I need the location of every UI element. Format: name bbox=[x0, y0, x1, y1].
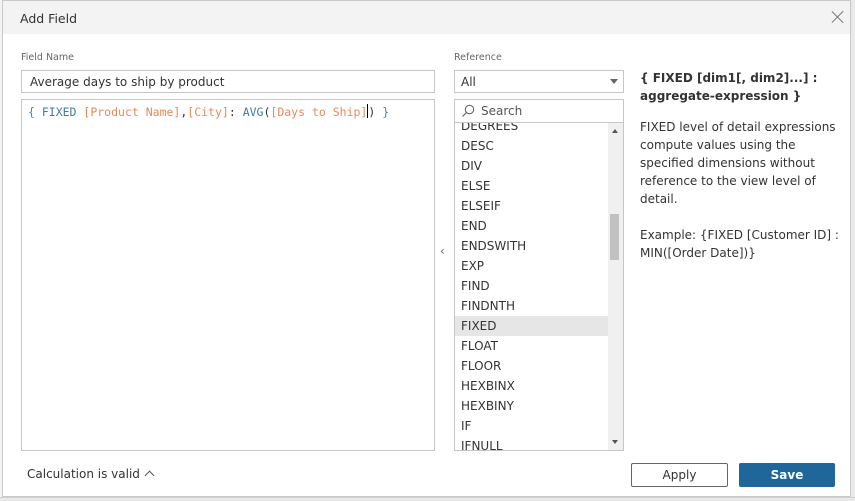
field-name-label: Field Name bbox=[21, 52, 74, 63]
code-token-punct: : bbox=[228, 105, 243, 119]
search-icon bbox=[462, 104, 475, 117]
function-list-item[interactable]: IFNULL bbox=[455, 436, 609, 450]
function-list-scrollbar[interactable] bbox=[608, 123, 623, 450]
close-icon[interactable] bbox=[830, 9, 846, 25]
code-token-field: [City] bbox=[187, 105, 229, 119]
calculation-editor[interactable]: { FIXED [Product Name],[City]: AVG([Days… bbox=[21, 99, 435, 451]
function-list-item[interactable]: IF bbox=[455, 416, 609, 436]
function-list-item[interactable]: DEGREES bbox=[455, 123, 609, 136]
function-list-item[interactable]: ELSE bbox=[455, 176, 609, 196]
scroll-down-icon[interactable] bbox=[612, 440, 618, 444]
function-list-item[interactable]: END bbox=[455, 216, 609, 236]
add-field-dialog: Add Field Field Name Average days to shi… bbox=[2, 0, 851, 497]
function-list-item[interactable]: FIND bbox=[455, 276, 609, 296]
function-list-item[interactable]: HEXBINX bbox=[455, 376, 609, 396]
function-list-item[interactable]: FLOAT bbox=[455, 336, 609, 356]
function-list-item[interactable]: FLOOR bbox=[455, 356, 609, 376]
reference-label: Reference bbox=[454, 52, 502, 63]
function-list-item[interactable]: FINDNTH bbox=[455, 296, 609, 316]
collapse-panel-chevron-icon[interactable]: ‹ bbox=[440, 244, 445, 258]
field-name-input[interactable]: Average days to ship by product bbox=[21, 70, 435, 93]
code-token-kw: FIXED bbox=[41, 105, 84, 119]
dialog-title: Add Field bbox=[20, 11, 78, 26]
code-token-field: [Days to Ship] bbox=[270, 105, 368, 119]
dialog-titlebar: Add Field bbox=[3, 1, 850, 34]
function-list-item[interactable]: ELSEIF bbox=[455, 196, 609, 216]
apply-button[interactable]: Apply bbox=[631, 463, 728, 487]
calculation-status: Calculation is valid bbox=[27, 467, 140, 481]
reference-selected: All bbox=[461, 75, 476, 89]
dropdown-arrow-icon bbox=[610, 79, 618, 84]
code-token-field: [Product Name] bbox=[83, 105, 181, 119]
calculation-status-toggle[interactable]: Calculation is valid bbox=[27, 467, 155, 481]
function-list-item[interactable]: HEXBINY bbox=[455, 396, 609, 416]
chevron-up-icon bbox=[144, 470, 155, 481]
help-description: FIXED level of detail expressions comput… bbox=[640, 120, 836, 206]
search-placeholder: Search bbox=[481, 104, 523, 118]
help-example: Example: {FIXED [Customer ID] : MIN([Ord… bbox=[640, 228, 839, 260]
scrollbar-thumb[interactable] bbox=[610, 214, 619, 260]
code-token-fn: AVG bbox=[242, 105, 264, 119]
function-list-item[interactable]: EXP bbox=[455, 256, 609, 276]
function-list-item[interactable]: DIV bbox=[455, 156, 609, 176]
help-signature: { FIXED [dim1[, dim2]...] : aggregate-ex… bbox=[640, 71, 818, 103]
code-token-brace: { bbox=[28, 105, 42, 119]
function-list-item[interactable]: FIXED bbox=[455, 316, 609, 336]
function-list-item[interactable]: DESC bbox=[455, 136, 609, 156]
scroll-up-icon[interactable] bbox=[612, 129, 618, 133]
function-list: DEGREES DESC DIV ELSE ELSEIF END ENDSWITH EXP FI… bbox=[454, 122, 624, 451]
background-app bbox=[851, 0, 855, 501]
save-button[interactable]: Save bbox=[739, 463, 835, 487]
reference-dropdown[interactable]: All bbox=[454, 70, 624, 93]
code-token-brace: } bbox=[375, 105, 390, 119]
function-search-input[interactable]: Search bbox=[454, 99, 624, 123]
function-list-item[interactable]: ENDSWITH bbox=[455, 236, 609, 256]
background-table bbox=[0, 497, 855, 501]
